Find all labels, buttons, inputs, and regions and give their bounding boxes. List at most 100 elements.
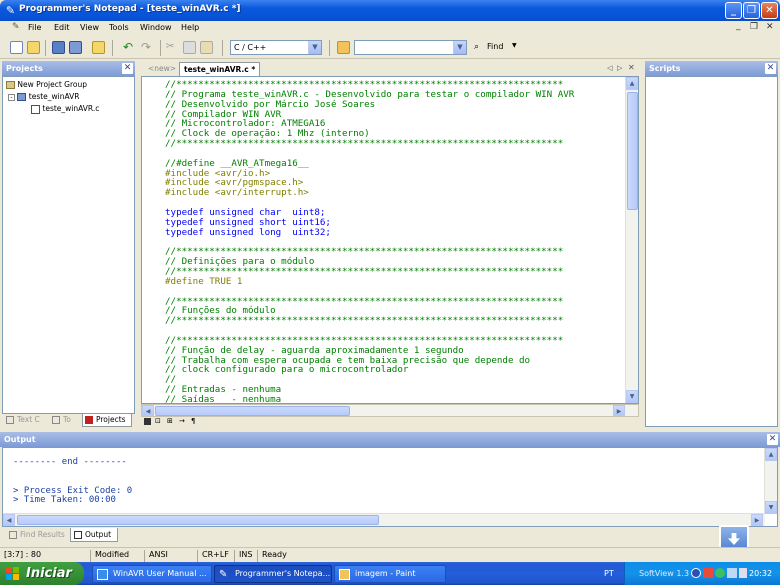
scroll-left-icon[interactable]: ◀ <box>142 405 154 416</box>
tray-icon[interactable] <box>715 568 725 578</box>
projects-tabs: Text C To Projects <box>2 414 135 427</box>
search-input[interactable]: ▼ <box>354 40 467 55</box>
pilcrow-icon[interactable]: ¶ <box>191 417 195 425</box>
scroll-right-icon[interactable]: ▶ <box>613 405 625 416</box>
mdi-restore-icon[interactable]: ❐ <box>750 22 758 32</box>
code-line[interactable]: #include <avr/interrupt.h> <box>165 188 574 198</box>
view-icon[interactable] <box>144 418 151 425</box>
scroll-up-icon[interactable]: ▲ <box>765 448 777 461</box>
task-winavr-manual[interactable]: WinAVR User Manual ... <box>92 565 212 583</box>
project-icon[interactable] <box>92 41 105 54</box>
close-icon[interactable]: ✕ <box>122 63 133 74</box>
code-line[interactable]: #define TRUE 1 <box>165 277 574 287</box>
copy-icon[interactable] <box>183 41 196 54</box>
chevron-down-icon[interactable]: ▼ <box>453 41 466 54</box>
menu-tools[interactable]: Tools <box>109 23 129 32</box>
binoculars-icon[interactable]: ⌕ <box>474 42 479 52</box>
status-ready: Ready <box>257 550 357 562</box>
code-content[interactable]: //**************************************… <box>165 80 574 403</box>
new-file-icon[interactable] <box>10 41 23 54</box>
menu-edit[interactable]: Edit <box>54 23 70 32</box>
tab-teste-winavr[interactable]: teste_winAVR.c * <box>179 62 261 76</box>
close-icon[interactable]: ✕ <box>765 63 776 74</box>
output-vertical-scrollbar[interactable]: ▲ ▼ <box>764 448 777 514</box>
cut-icon[interactable]: ✂ <box>166 41 179 54</box>
projects-header: Projects ✕ <box>2 61 135 76</box>
task-paint[interactable]: imagem - Paint <box>334 565 446 583</box>
view-icon[interactable]: → <box>179 417 185 425</box>
scripts-title: Scripts <box>649 64 681 73</box>
tab-next-icon[interactable]: ▷ <box>617 64 622 72</box>
code-editor[interactable]: //**************************************… <box>141 76 639 404</box>
chevron-down-icon[interactable]: ▼ <box>308 41 321 54</box>
code-line[interactable]: //**************************************… <box>165 139 574 149</box>
menu-view[interactable]: View <box>80 23 99 32</box>
scroll-thumb[interactable] <box>17 515 379 525</box>
tray-icon[interactable] <box>691 568 701 578</box>
jump-to-icon[interactable] <box>337 41 350 54</box>
clock[interactable]: 20:32 <box>749 569 772 578</box>
tree-project[interactable]: - teste_winAVR <box>8 92 80 101</box>
tab-find-results[interactable]: Find Results <box>6 528 68 542</box>
mdi-close-icon[interactable]: ✕ <box>766 22 774 32</box>
mdi-minimize-icon[interactable]: _ <box>736 21 741 31</box>
close-icon[interactable]: ✕ <box>767 434 778 445</box>
output-header: Output ✕ <box>0 432 780 447</box>
scroll-down-icon[interactable]: ▼ <box>765 501 777 514</box>
softview-label[interactable]: SoftView 1.3 <box>639 569 689 578</box>
scroll-thumb[interactable] <box>627 92 638 210</box>
open-folder-icon[interactable] <box>27 41 40 54</box>
tab-todo[interactable]: To <box>50 414 80 427</box>
tab-projects[interactable]: Projects <box>82 414 132 427</box>
start-button[interactable]: Iniciar <box>0 562 84 585</box>
save-icon[interactable] <box>52 41 65 54</box>
undo-icon[interactable]: ↶ <box>123 41 136 54</box>
editor-vertical-scrollbar[interactable]: ▲ ▼ <box>625 77 638 403</box>
task-programmers-notepad[interactable]: ✎ Programmer's Notepa... <box>214 565 332 583</box>
tab-text-clips[interactable]: Text C <box>4 414 48 427</box>
find-dropdown-icon[interactable]: ▼ <box>512 42 517 49</box>
menu-window[interactable]: Window <box>140 23 172 32</box>
volume-icon[interactable] <box>739 568 747 578</box>
app-icon[interactable]: ✎ <box>4 4 17 17</box>
language-indicator[interactable]: PT <box>604 569 614 578</box>
tree-project-group[interactable]: New Project Group <box>6 80 87 89</box>
document-icon[interactable]: ✎ <box>12 22 20 32</box>
view-icon[interactable]: ⊡ <box>155 417 161 425</box>
output-horizontal-scrollbar[interactable]: ◀ ▶ <box>3 513 765 526</box>
editor-horizontal-scrollbar[interactable]: ◀ ▶ <box>141 404 639 417</box>
output-line: > Time Taken: 00:00 <box>13 495 116 505</box>
code-line[interactable]: //**************************************… <box>165 316 574 326</box>
tab-prev-icon[interactable]: ◁ <box>607 64 612 72</box>
code-line[interactable]: // Saídas - nenhuma <box>165 395 574 403</box>
title-bar[interactable]: ✎ Programmer's Notepad - [teste_winAVR.c… <box>0 0 780 21</box>
code-line[interactable]: // clock configurado para o microcontrol… <box>165 365 574 375</box>
paste-icon[interactable] <box>200 41 213 54</box>
maximize-button[interactable]: ❐ <box>743 2 760 19</box>
tab-new[interactable]: <new> <box>148 62 176 76</box>
scroll-thumb[interactable] <box>155 406 350 416</box>
scroll-down-icon[interactable]: ▼ <box>626 390 638 403</box>
tab-close-icon[interactable]: ✕ <box>628 63 635 72</box>
collapse-icon[interactable]: - <box>8 93 15 101</box>
scheme-select[interactable]: C / C++ ▼ <box>230 40 322 55</box>
menu-file[interactable]: File <box>28 23 41 32</box>
tab-output[interactable]: Output <box>70 528 118 542</box>
menu-help[interactable]: Help <box>181 23 199 32</box>
tree-file[interactable]: teste_winAVR.c <box>31 104 99 114</box>
save-all-icon[interactable] <box>69 41 82 54</box>
scroll-up-icon[interactable]: ▲ <box>626 77 638 90</box>
output-panel[interactable]: -------- end -------- > Process Exit Cod… <box>2 447 778 527</box>
scroll-left-icon[interactable]: ◀ <box>3 514 15 526</box>
view-icon[interactable]: ⊞ <box>167 417 173 425</box>
close-button[interactable]: ✕ <box>761 2 778 19</box>
redo-icon[interactable]: ↷ <box>141 41 154 54</box>
code-line[interactable]: typedef unsigned long uint32; <box>165 227 574 238</box>
minimize-button[interactable]: _ <box>725 2 742 19</box>
windows-logo-icon <box>6 567 20 581</box>
tray-icon[interactable] <box>727 568 737 578</box>
scroll-right-icon[interactable]: ▶ <box>751 514 763 526</box>
tray-icon[interactable] <box>703 568 713 578</box>
find-button[interactable]: Find <box>487 42 503 51</box>
